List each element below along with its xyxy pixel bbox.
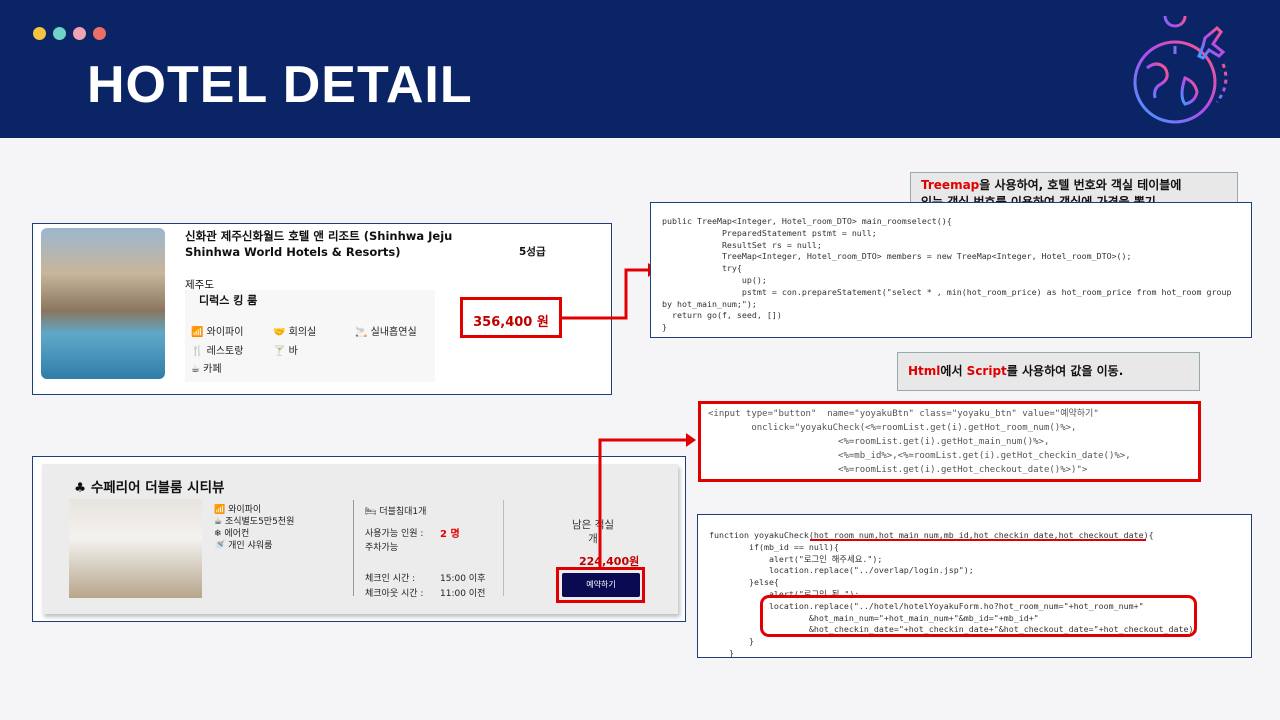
amenity-cafe: ☕ 카페: [191, 364, 222, 375]
checkin-label: 체크인 시간 :: [365, 574, 416, 584]
shower-icon: 🚿: [214, 541, 226, 551]
header-banner: HOTEL DETAIL: [0, 0, 1280, 138]
script-note: Html에서 Script를 사용하여 값을 이동.: [897, 352, 1200, 391]
room-name: 디럭스 킹 룸: [199, 294, 258, 307]
code-line: }: [709, 647, 734, 658]
arrow-to-code1: [562, 263, 658, 320]
room-features: 📶 와이파이 ☕ 조식별도5만5천원 ❄ 에어컨 🚿 개인 샤워룸: [214, 505, 295, 551]
code-line: location.replace("../overlap/login.jsp")…: [709, 565, 974, 576]
location-highlight: [760, 595, 1197, 637]
divider-2: [503, 500, 504, 596]
code-line: TreeMap<Integer, Hotel_room_DTO> members…: [662, 251, 1132, 262]
code-line: <%=roomList.get(i).getHot_main_num()%>,: [708, 437, 1050, 447]
red-dot: [93, 27, 106, 40]
code-block-html: <input type="button" name="yoyakuBtn" cl…: [698, 401, 1201, 482]
pink-dot: [73, 27, 86, 40]
checkin-value: 15:00 이후: [440, 574, 486, 584]
code-line: by hot_main_num;");: [662, 298, 757, 309]
hotel-photo: [41, 228, 165, 379]
smoking-icon: 🚬: [355, 327, 368, 338]
hotel-price: 356,400 원: [473, 315, 549, 330]
amenity-smoking: 🚬 실내흡연실: [355, 327, 417, 338]
code-line: onclick="yoyakuCheck(<%=roomList.get(i).…: [708, 423, 1077, 433]
code-line: <input type="button" name="yoyakuBtn" cl…: [708, 409, 1099, 419]
code-line: PreparedStatement pstmt = null;: [662, 227, 877, 238]
wifi-icon: 📶: [191, 327, 204, 338]
hotel-grade: 5성급: [519, 246, 546, 258]
club-icon: ♣: [74, 480, 87, 496]
teal-dot: [53, 27, 66, 40]
hotel-name: 신화관 제주신화월드 호텔 앤 리조트 (Shinhwa Jeju Shinhw…: [185, 229, 453, 259]
code-line: alert("로그인 해주세요.");: [709, 553, 883, 564]
wifi-icon: 📶: [214, 505, 226, 515]
coffee-icon: ☕: [191, 364, 200, 375]
code-line: }: [662, 322, 667, 333]
code-line: }: [709, 636, 754, 647]
code-line: }else{: [709, 577, 779, 588]
bed-info: 🛏 더블침대1개: [365, 507, 427, 517]
code-block-treemap: public TreeMap<Integer, Hotel_room_DTO> …: [650, 202, 1252, 338]
amenity-bar: 🍸 바: [273, 346, 298, 357]
code-line: pstmt = con.prepareStatement("select * ,…: [662, 286, 1232, 297]
page-title: HOTEL DETAIL: [87, 56, 473, 114]
checkout-value: 11:00 이전: [440, 589, 486, 599]
cocktail-icon: 🍸: [273, 346, 286, 357]
code-line: try{: [662, 263, 742, 274]
meeting-icon: 🤝: [273, 327, 286, 338]
aircon-icon: ❄: [214, 529, 222, 539]
travel-globe-icon: [1133, 16, 1228, 124]
amenity-meeting: 🤝 회의실: [273, 327, 317, 338]
bed-icon: 🛏: [365, 507, 377, 517]
parking-info: 주차가능: [365, 543, 399, 553]
room-title: ♣ 수페리어 더블룸 시티뷰: [74, 480, 225, 496]
utensils-icon: 🍴: [191, 346, 204, 357]
code-line: <%=mb_id%>,<%=roomList.get(i).getHot_che…: [708, 451, 1131, 461]
divider-1: [353, 500, 354, 596]
code-line: up();: [662, 274, 767, 285]
code-line: return go(f, seed, []): [662, 310, 782, 321]
code-line: ResultSet rs = null;: [662, 239, 822, 250]
reserve-button[interactable]: 예약하기: [562, 573, 640, 597]
checkout-label: 체크아웃 시간 :: [365, 589, 424, 599]
params-underline: [810, 539, 1146, 541]
amenity-restaurant: 🍴 레스토랑: [191, 346, 244, 357]
code-line: <%=roomList.get(i).getHot_checkout_date(…: [708, 465, 1088, 475]
breakfast-icon: ☕: [214, 517, 223, 527]
capacity-label: 사용가능 인원 :: [365, 529, 424, 539]
capacity-value: 2 명: [440, 529, 460, 540]
room-photo: [69, 499, 202, 598]
yellow-dot: [33, 27, 46, 40]
arrow-to-code2: [598, 433, 696, 570]
code-line: if(mb_id == null){: [709, 541, 839, 552]
window-dots: [33, 27, 106, 40]
amenity-wifi: 📶 와이파이: [191, 327, 244, 338]
code-line: public TreeMap<Integer, Hotel_room_DTO> …: [662, 216, 952, 226]
